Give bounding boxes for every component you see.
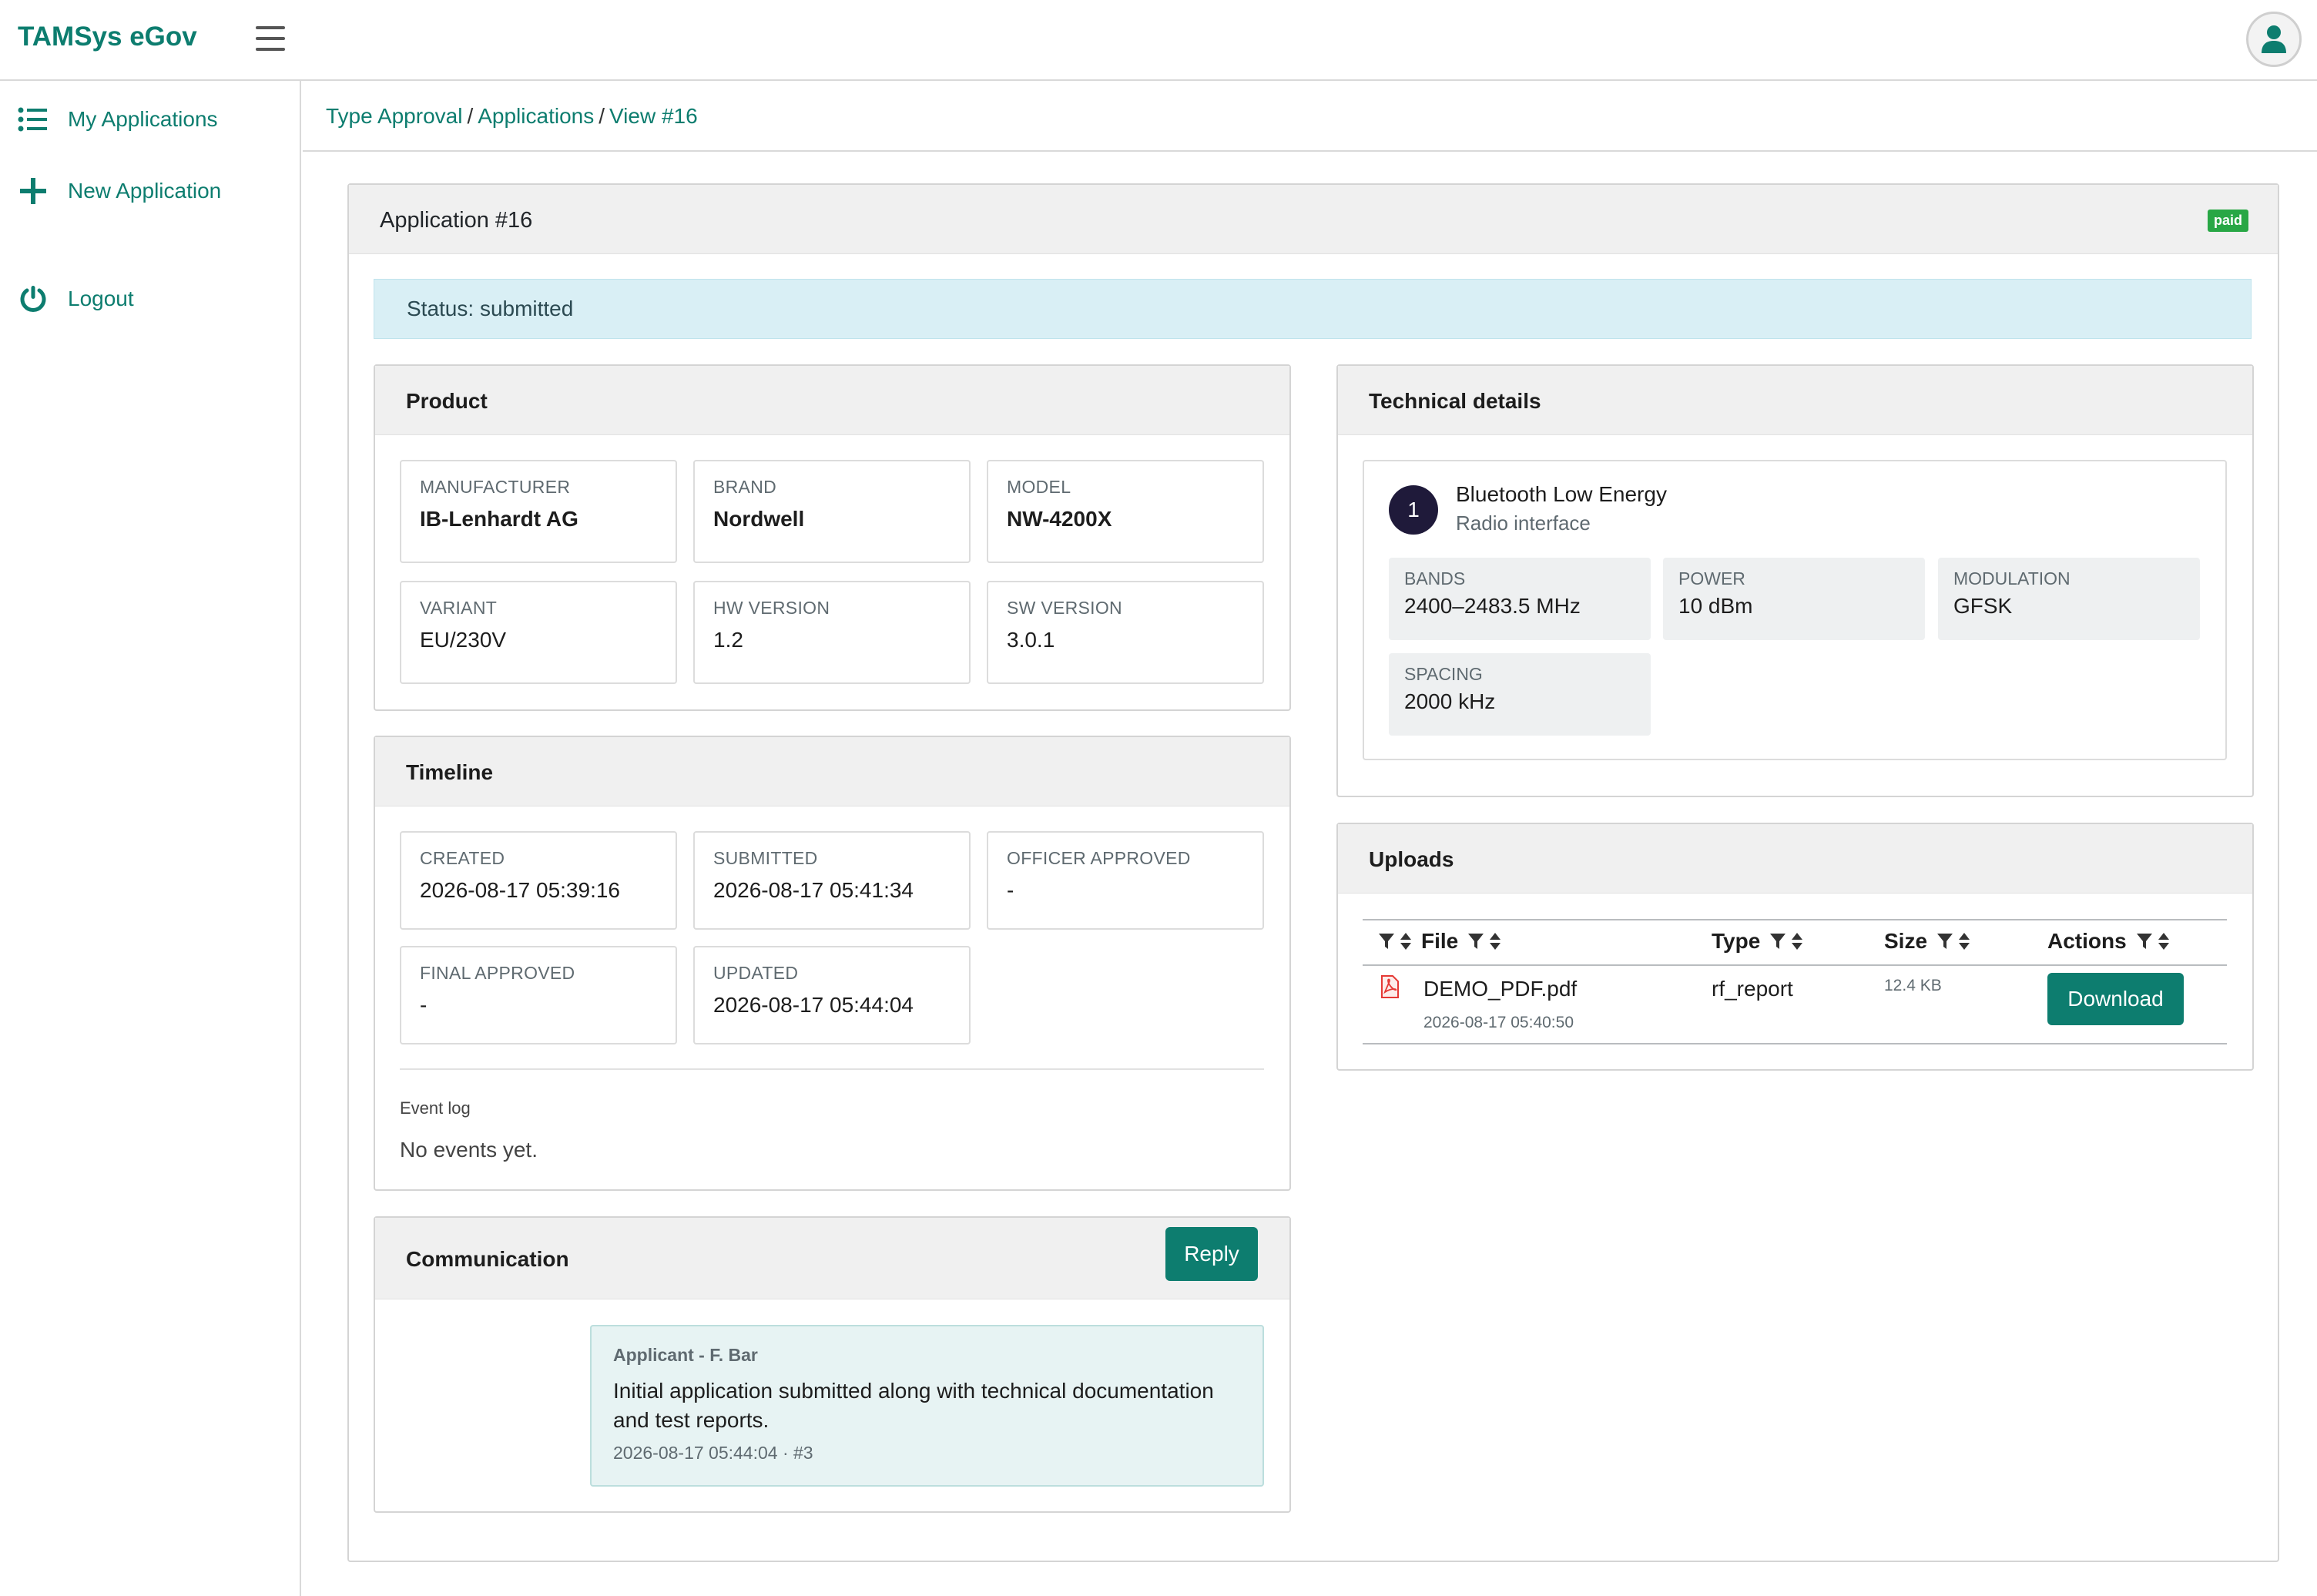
column-header-type[interactable]: Type	[1712, 929, 1803, 954]
timeline-divider	[400, 1068, 1264, 1070]
field-hw-version: HW VERSION 1.2	[693, 581, 971, 684]
user-avatar-icon[interactable]	[2246, 12, 2302, 67]
sidebar-item-my-applications[interactable]: My Applications	[17, 100, 218, 139]
message-text: Initial application submitted along with…	[613, 1379, 1214, 1432]
event-log-label: Event log	[400, 1098, 471, 1118]
pdf-file-icon	[1381, 975, 1399, 998]
field-variant: VARIANT EU/230V	[400, 581, 677, 684]
sort-icon	[2158, 933, 2169, 950]
prop-power: POWER 10 dBm	[1663, 558, 1925, 640]
message-meta: 2026-08-17 05:44:04 · #3	[613, 1443, 813, 1463]
product-heading: Product	[375, 366, 1289, 435]
field-created: CREATED 2026-08-17 05:39:16	[400, 831, 677, 930]
timeline-heading: Timeline	[375, 737, 1289, 806]
sidebar-item-label: Logout	[68, 287, 134, 310]
sort-icon	[1792, 933, 1803, 950]
payment-badge: paid	[2207, 210, 2248, 232]
interface-name: Bluetooth Low Energy	[1456, 482, 1667, 506]
column-header-size[interactable]: Size	[1884, 929, 1970, 954]
field-final-approved: FINAL APPROVED -	[400, 946, 677, 1044]
breadcrumb: Type Approval / Applications / View #16	[303, 81, 2317, 152]
prop-modulation: MODULATION GFSK	[1938, 558, 2200, 640]
application-title: Application #16	[380, 208, 533, 233]
plus-icon	[17, 175, 49, 207]
interface-subtitle: Radio interface	[1456, 511, 1591, 535]
file-size: 12.4 KB	[1884, 977, 1942, 994]
sidebar-item-new-application[interactable]: New Application	[17, 172, 221, 210]
list-icon	[17, 103, 49, 136]
filter-icon	[1937, 934, 1953, 949]
table-bottom-border	[1363, 1043, 2227, 1044]
communication-heading: Communication	[375, 1218, 1289, 1299]
field-updated: UPDATED 2026-08-17 05:44:04	[693, 946, 971, 1044]
menu-toggle-icon[interactable]	[256, 26, 285, 51]
sort-icon	[1490, 933, 1501, 950]
filter-icon	[1770, 934, 1786, 949]
filter-icon	[1468, 934, 1484, 949]
file-uploaded-at: 2026-08-17 05:40:50	[1423, 1014, 1574, 1031]
top-bar: TAMSys eGov	[0, 0, 2317, 81]
download-button[interactable]: Download	[2047, 973, 2184, 1025]
field-submitted: SUBMITTED 2026-08-17 05:41:34	[693, 831, 971, 930]
message-bubble: Applicant - F. Bar Initial application s…	[590, 1325, 1264, 1487]
sidebar: My Applications New Application Logout	[0, 81, 301, 1596]
sort-icon	[1400, 933, 1411, 950]
sidebar-item-logout[interactable]: Logout	[17, 280, 134, 318]
uploads-heading: Uploads	[1338, 824, 2252, 894]
field-officer-approved: OFFICER APPROVED -	[987, 831, 1264, 930]
breadcrumb-current[interactable]: View #16	[609, 104, 698, 128]
reply-button[interactable]: Reply	[1165, 1227, 1258, 1281]
column-header-actions[interactable]: Actions	[2047, 929, 2170, 954]
app-title[interactable]: TAMSys eGov	[18, 22, 197, 52]
table-header-border	[1363, 964, 2227, 966]
application-header: Application #16 paid	[349, 185, 2278, 254]
sidebar-item-label: My Applications	[68, 107, 218, 131]
event-log-empty: No events yet.	[400, 1138, 538, 1162]
field-model: MODEL NW-4200X	[987, 460, 1264, 563]
status-banner: Status: submitted	[374, 279, 2252, 339]
filter-icon	[1379, 934, 1394, 949]
breadcrumb-type-approval[interactable]: Type Approval	[326, 104, 462, 128]
message-author: Applicant - F. Bar	[613, 1345, 758, 1365]
field-manufacturer: MANUFACTURER IB-Lenhardt AG	[400, 460, 677, 563]
file-type: rf_report	[1712, 977, 1793, 1001]
file-name[interactable]: DEMO_PDF.pdf	[1423, 977, 1577, 1001]
sidebar-item-label: New Application	[68, 179, 222, 203]
power-icon	[17, 283, 49, 315]
technical-heading: Technical details	[1338, 366, 2252, 435]
filter-icon	[2136, 934, 2152, 949]
column-header-file[interactable]: File	[1373, 929, 1501, 954]
table-top-border	[1363, 919, 2227, 920]
interface-number: 1	[1389, 485, 1438, 535]
breadcrumb-applications[interactable]: Applications	[478, 104, 594, 128]
prop-bands: BANDS 2400–2483.5 MHz	[1389, 558, 1651, 640]
field-sw-version: SW VERSION 3.0.1	[987, 581, 1264, 684]
field-brand: BRAND Nordwell	[693, 460, 971, 563]
prop-spacing: SPACING 2000 kHz	[1389, 653, 1651, 736]
sort-icon	[1959, 933, 1970, 950]
